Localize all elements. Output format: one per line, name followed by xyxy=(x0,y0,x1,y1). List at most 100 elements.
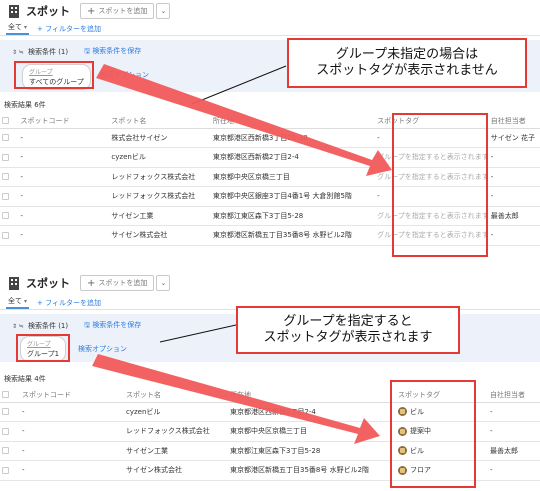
add-spot-label: スポットを追加 xyxy=(98,7,148,15)
panel-separator xyxy=(0,262,540,270)
view-select[interactable]: 全て ▾ xyxy=(6,22,30,35)
cell-owner: - xyxy=(488,225,540,246)
add-spot-label: スポットを追加 xyxy=(98,279,148,287)
chevron-down-icon[interactable]: ⌄ xyxy=(156,3,171,19)
cell-address: 東京都中央区京橋三丁目 xyxy=(228,421,396,442)
column-header-address[interactable]: 所在地 xyxy=(210,114,376,129)
add-spot-button[interactable]: + スポットを追加 xyxy=(80,275,155,291)
plus-icon: + xyxy=(87,5,96,17)
cell-address: 東京都港区西新橋2丁目2-4 xyxy=(228,402,396,422)
cell-code: - xyxy=(18,128,110,148)
view-select-label: 全て xyxy=(8,297,22,305)
cell-name[interactable]: 株式会社サイゼン xyxy=(109,128,211,148)
cell-name[interactable]: レッドフォックス株式会社 xyxy=(124,421,228,442)
panel-group-selected: スポット + スポットを追加 ⌄ 全て ▾ + フィルターを追加 ⇕ ≒ 検索条件 … xyxy=(0,270,540,491)
column-header-name[interactable]: スポット名 xyxy=(109,114,211,129)
add-spot-button[interactable]: + スポットを追加 xyxy=(80,3,155,19)
cell-code: - xyxy=(18,206,110,226)
cell-address: 東京都港区西新橋3丁目25-30 xyxy=(210,128,376,148)
cell-code: - xyxy=(18,186,110,207)
cell-owner: - xyxy=(488,402,540,422)
cell-address: 東京都港区西新橋2丁目2-4 xyxy=(210,147,376,168)
callout-line-1: グループ未指定の場合は xyxy=(335,46,479,62)
highlight-tag-column xyxy=(390,380,476,488)
chevron-down-icon: ▾ xyxy=(24,298,28,305)
view-select-label: 全て xyxy=(8,23,22,31)
row-checkbox[interactable] xyxy=(0,186,19,207)
callout-no-group: グループ未指定の場合は スポットタグが表示されません xyxy=(287,38,527,88)
add-filter-label: フィルターを追加 xyxy=(45,298,101,307)
cell-name[interactable]: サイゼン株式会社 xyxy=(124,460,228,481)
cell-code: - xyxy=(20,421,124,442)
cell-name[interactable]: サイゼン株式会社 xyxy=(109,225,211,246)
cell-name[interactable]: レッドフォックス株式会社 xyxy=(109,186,211,207)
highlight-group-box xyxy=(16,334,70,362)
cell-address: 東京都江東区森下3丁目5-28 xyxy=(228,441,396,461)
add-filter-link[interactable]: + フィルターを追加 xyxy=(37,298,101,308)
building-icon xyxy=(8,276,20,290)
cell-name[interactable]: サイゼン工業 xyxy=(124,441,228,461)
cell-owner: 最善太郎 xyxy=(488,206,540,226)
search-condition-label[interactable]: 検索条件 (1) xyxy=(28,321,68,331)
select-all-checkbox[interactable] xyxy=(0,388,20,403)
search-option-link[interactable]: 検索オプション xyxy=(100,70,149,80)
column-header-owner[interactable]: 自社担当者 xyxy=(488,114,540,129)
row-checkbox[interactable] xyxy=(0,402,20,422)
building-icon xyxy=(8,4,20,18)
view-select[interactable]: 全て ▾ xyxy=(6,296,30,309)
row-checkbox[interactable] xyxy=(0,147,19,168)
add-filter-label: フィルターを追加 xyxy=(45,24,101,33)
search-condition-row: ⇕ ≒ 検索条件 (1) 🖫 検索条件を保存 xyxy=(12,46,141,58)
select-all-checkbox[interactable] xyxy=(0,114,19,129)
header-bar: スポット + スポットを追加 ⌄ xyxy=(0,0,540,22)
save-condition-label: 検索条件を保存 xyxy=(92,47,142,55)
row-checkbox[interactable] xyxy=(0,206,19,226)
cell-name[interactable]: サイゼン工業 xyxy=(109,206,211,226)
chevron-down-icon[interactable]: ⌄ xyxy=(156,275,171,291)
row-checkbox[interactable] xyxy=(0,441,20,461)
row-checkbox[interactable] xyxy=(0,167,19,187)
cell-code: - xyxy=(18,167,110,187)
cell-address: 東京都港区新橋五丁目35番8号 水野ビル2階 xyxy=(210,225,376,246)
cell-code: - xyxy=(20,402,124,422)
page-title: スポット xyxy=(26,5,70,18)
cell-code: - xyxy=(18,225,110,246)
row-checkbox[interactable] xyxy=(0,421,20,442)
save-condition-link[interactable]: 🖫 検索条件を保存 xyxy=(84,320,141,332)
cell-name[interactable]: レッドフォックス株式会社 xyxy=(109,167,211,187)
cell-owner: - xyxy=(488,421,540,442)
search-condition-label[interactable]: 検索条件 (1) xyxy=(28,47,68,57)
filter-bar: 全て ▾ + フィルターを追加 xyxy=(0,22,540,36)
add-filter-link[interactable]: + フィルターを追加 xyxy=(37,24,101,34)
callout-line-1: グループを指定すると xyxy=(283,313,413,329)
result-count: 検索結果 4件 xyxy=(4,375,46,383)
sort-icon[interactable]: ⇕ ≒ xyxy=(12,323,24,330)
column-header-code[interactable]: スポットコード xyxy=(20,388,124,403)
cell-name[interactable]: cyzenビル xyxy=(124,402,228,422)
cell-address: 東京都中央区銀座3丁目4番1号 大倉別館5階 xyxy=(210,186,376,207)
cell-owner: - xyxy=(488,147,540,168)
sort-icon[interactable]: ⇕ ≒ xyxy=(12,49,24,56)
save-condition-label: 検索条件を保存 xyxy=(92,321,142,329)
column-header-code[interactable]: スポットコード xyxy=(18,114,110,129)
row-checkbox[interactable] xyxy=(0,225,19,246)
chevron-down-icon: ▾ xyxy=(24,24,28,31)
cell-code: - xyxy=(18,147,110,168)
cell-address: 東京都港区新橋五丁目35番8号 水野ビル2階 xyxy=(228,460,396,481)
column-header-address[interactable]: 所在地 xyxy=(228,388,396,403)
search-option-link[interactable]: 検索オプション xyxy=(78,344,127,354)
row-checkbox[interactable] xyxy=(0,128,19,148)
cell-code: - xyxy=(20,441,124,461)
plus-icon: + xyxy=(87,277,96,289)
column-header-owner[interactable]: 自社担当者 xyxy=(488,388,540,403)
cell-name[interactable]: cyzenビル xyxy=(109,147,211,168)
callout-line-2: スポットタグが表示されます xyxy=(263,330,433,345)
row-checkbox[interactable] xyxy=(0,460,20,481)
cell-owner: - xyxy=(488,460,540,481)
callout-group-selected: グループを指定すると スポットタグが表示されます xyxy=(236,306,460,354)
save-condition-link[interactable]: 🖫 検索条件を保存 xyxy=(84,46,141,58)
cell-owner: - xyxy=(488,186,540,207)
callout-line-2: スポットタグが表示されません xyxy=(316,63,498,78)
cell-owner: - xyxy=(488,167,540,187)
column-header-name[interactable]: スポット名 xyxy=(124,388,228,403)
